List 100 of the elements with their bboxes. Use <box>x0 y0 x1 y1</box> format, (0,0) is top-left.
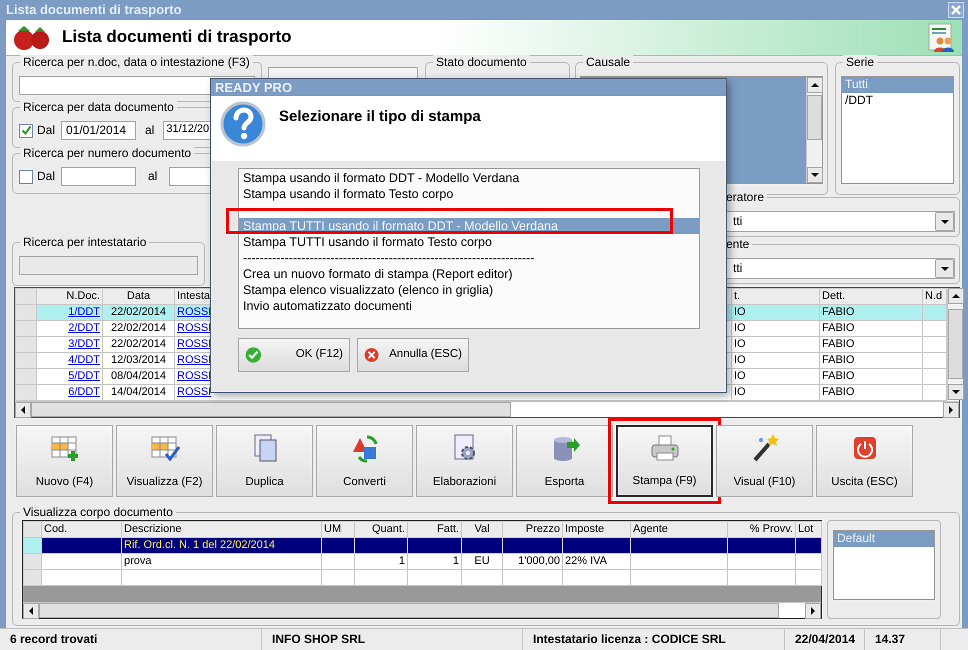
table-cell: 1 <box>398 554 405 567</box>
group-label: Stato documento <box>433 55 530 70</box>
group-label: Ricerca per n.doc, data o intestazione (F3) <box>20 55 253 70</box>
field-label: al <box>144 123 156 138</box>
column-header[interactable]: Descrizione <box>122 522 322 538</box>
toolbar-button[interactable]: Converti <box>316 425 413 497</box>
strawberry-icon <box>12 24 52 52</box>
table-cell: FABIO <box>822 306 854 318</box>
group-label: Ricerca per data documento <box>20 100 177 114</box>
status-text: INFO SHOP SRL <box>262 629 523 650</box>
list-item[interactable]: Stampa usando il formato Testo corpo <box>239 186 699 202</box>
ok-button[interactable]: OK (F12) <box>238 338 350 372</box>
list-item[interactable]: /DDT <box>842 93 953 109</box>
group-label: Serie <box>843 55 878 70</box>
list-item[interactable]: Stampa elenco visualizzato (elenco in griglia) <box>239 282 699 298</box>
checkbox[interactable] <box>19 170 33 184</box>
toolbar-button[interactable]: Duplica <box>216 425 313 497</box>
checkbox[interactable] <box>19 124 33 138</box>
group-label: Ricerca per intestatario <box>20 235 150 250</box>
toolbar-button[interactable]: Esporta <box>516 425 613 497</box>
document-link[interactable]: ROSSI <box>177 354 212 366</box>
column-header[interactable]: Lot <box>796 522 822 538</box>
column-header[interactable]: Cod. <box>42 522 122 538</box>
date-field[interactable]: 01/01/2014 <box>61 121 136 140</box>
document-people-icon <box>926 22 956 52</box>
column-header[interactable]: Data <box>102 288 174 304</box>
toolbar-button[interactable]: Elaborazioni <box>416 425 513 497</box>
scrollbar[interactable] <box>947 288 963 400</box>
table-row[interactable]: Rif. Ord.cl. N. 1 del 22/02/2014 <box>24 538 822 554</box>
column-header[interactable]: N.d <box>922 288 946 304</box>
table-cell: 22/02/2014 <box>110 306 166 318</box>
column-header[interactable]: UM <box>322 522 354 538</box>
toolbar-button[interactable]: Nuovo (F4) <box>16 425 113 497</box>
group-label: Causale <box>583 55 634 70</box>
status-text: Intestatario licenza : CODICE SRL <box>523 629 785 650</box>
row-indicator[interactable] <box>24 538 42 554</box>
list-item[interactable]: Stampa usando il formato DDT - Modello Verdana <box>239 170 699 186</box>
column-header[interactable]: Dett. <box>820 288 922 304</box>
table-cell: FABIO <box>822 322 854 334</box>
checkbox-label: Dal <box>37 169 56 184</box>
status-text: 22/04/2014 <box>785 629 865 650</box>
table-cell: IO <box>734 370 746 382</box>
table-cell: 1 <box>452 554 459 567</box>
column-header[interactable]: % Provv. <box>728 522 796 538</box>
document-link[interactable]: ROSSI <box>177 386 212 398</box>
table-cell: FABIO <box>822 370 854 382</box>
separator-line: ---------------------------------------------------------------------- <box>242 250 536 266</box>
scrollbar[interactable] <box>23 602 821 618</box>
column-header[interactable]: Prezzo <box>502 522 562 538</box>
table-cell: IO <box>734 338 746 350</box>
group-label: Ricerca per numero documento <box>20 146 194 160</box>
list-item[interactable]: Crea un nuovo formato di stampa (Report editor) <box>239 266 699 282</box>
table-cell: IO <box>734 322 746 334</box>
table-cell: EU <box>474 554 490 567</box>
search-field[interactable] <box>19 256 198 275</box>
group-label: Visualizza corpo documento <box>20 505 176 520</box>
column-header[interactable]: Fatt. <box>408 522 462 538</box>
page-title: Lista documenti di trasporto <box>62 27 292 48</box>
column-header[interactable]: t. <box>732 288 820 304</box>
table-cell: prova <box>124 554 152 567</box>
toolbar-button[interactable]: Visual (F10) <box>716 425 813 497</box>
dialog-heading: Selezionare il tipo di stampa <box>279 108 481 127</box>
table-cell: 14/04/2014 <box>110 386 166 398</box>
close-button[interactable] <box>948 2 964 18</box>
row-indicator[interactable] <box>24 554 42 570</box>
column-header[interactable]: Imposte <box>562 522 630 538</box>
list-box[interactable]: Tutti /DDT <box>841 76 954 184</box>
table-cell: IO <box>734 386 746 398</box>
table-row[interactable]: prova 1 1 EU 1'000,00 22% IVA <box>24 554 822 570</box>
table-cell: FABIO <box>822 354 854 366</box>
table-cell: 22/02/2014 <box>110 338 166 350</box>
toolbar-button[interactable]: Uscita (ESC) <box>816 425 913 497</box>
table-cell: IO <box>734 306 746 318</box>
table-cell: 22/02/2014 <box>110 322 166 334</box>
toolbar-button[interactable]: Visualizza (F2) <box>116 425 213 497</box>
document-link[interactable]: ROSSI <box>177 306 212 318</box>
dialog-title: READY PRO <box>211 79 726 96</box>
document-link[interactable]: ROSSI <box>177 322 212 334</box>
list-item[interactable]: Invio automatizzato documenti <box>239 298 699 314</box>
column-header[interactable]: Agente <box>630 522 728 538</box>
document-link[interactable]: ROSSI <box>177 370 212 382</box>
table-cell: 12/03/2014 <box>110 354 166 366</box>
document-link[interactable]: ROSSI <box>177 338 212 350</box>
cancel-button[interactable]: Annulla (ESC) <box>357 338 469 372</box>
column-header[interactable]: N.Doc. <box>36 288 102 304</box>
column-header[interactable]: Val <box>462 522 502 538</box>
table-row[interactable] <box>24 570 822 586</box>
number-field[interactable] <box>61 167 136 186</box>
field-label: al <box>147 169 158 184</box>
table-cell: FABIO <box>822 338 854 350</box>
toolbar-button[interactable]: Stampa (F9) <box>616 425 713 497</box>
row-indicator[interactable] <box>24 570 42 586</box>
question-icon <box>219 100 267 148</box>
list-item[interactable]: Stampa TUTTI usando il formato Testo corpo <box>239 234 699 250</box>
table-cell: 1'000,00 <box>518 554 560 567</box>
scrollbar[interactable] <box>15 401 959 417</box>
column-header[interactable]: Quant. <box>354 522 408 538</box>
table-cell: FABIO <box>822 386 854 398</box>
table-cell: 08/04/2014 <box>110 370 166 382</box>
table-cell: Rif. Ord.cl. N. 1 del 22/02/2014 <box>124 538 276 551</box>
